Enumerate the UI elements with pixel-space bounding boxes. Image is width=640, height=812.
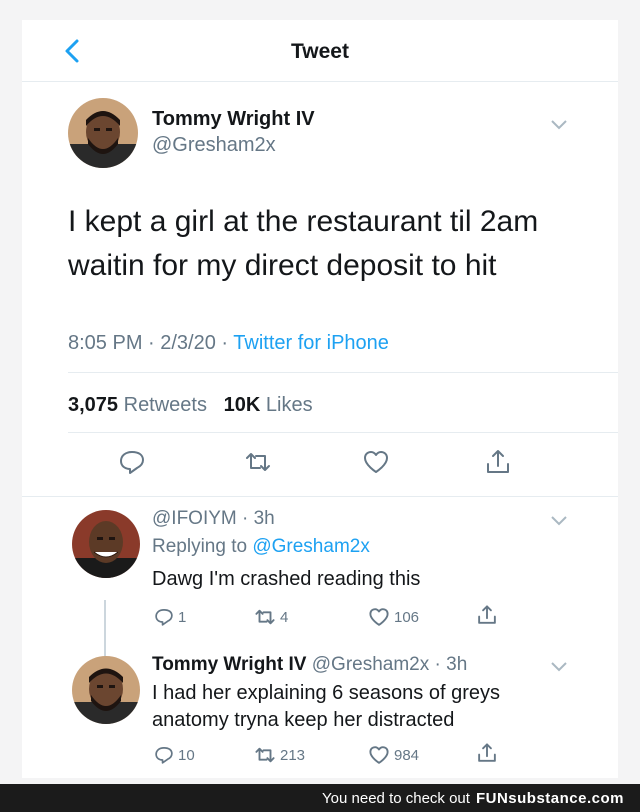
like-heart-icon — [369, 608, 389, 626]
share-button[interactable] — [476, 604, 498, 626]
retweet-count: 4 — [280, 608, 289, 626]
share-icon — [478, 743, 496, 762]
tweet-stats: 3,075 Retweets 10K Likes — [68, 394, 313, 417]
retweet-icon — [255, 609, 275, 625]
chevron-down-icon[interactable] — [550, 118, 568, 130]
divider — [22, 496, 618, 497]
like-count: 106 — [394, 608, 420, 626]
like-count: 984 — [394, 746, 420, 764]
reply-count: 10 — [178, 746, 195, 764]
reply-count: 1 — [178, 608, 187, 626]
author-name[interactable]: Tommy Wright IV — [152, 108, 315, 131]
like-button[interactable]: 984 — [368, 744, 419, 766]
reply-icon — [155, 609, 173, 626]
retweet-button[interactable]: 213 — [254, 744, 305, 766]
reply-text: I had her explaining 6 seasons of greys … — [152, 680, 500, 734]
retweets-count: 3,075 — [68, 394, 119, 416]
reply-author-name[interactable]: Tommy Wright IV — [152, 654, 306, 675]
footer-brand[interactable]: FUNsubstance.com — [476, 790, 624, 807]
like-heart-icon — [369, 746, 389, 764]
share-icon — [478, 605, 496, 624]
retweets-stat[interactable]: 3,075 Retweets — [68, 394, 207, 416]
retweet-icon[interactable] — [244, 448, 272, 476]
reply-text-line-1: I had her explaining 6 seasons of greys — [152, 682, 500, 704]
retweet-icon — [255, 747, 275, 763]
like-button[interactable]: 106 — [368, 606, 419, 628]
reply-icon — [155, 747, 173, 764]
share-button[interactable] — [476, 742, 498, 764]
reply-avatar[interactable] — [72, 656, 140, 724]
author-handle[interactable]: @Gresham2x — [152, 134, 276, 157]
reply-icon[interactable] — [118, 448, 146, 476]
chevron-down-icon[interactable] — [550, 660, 568, 672]
footer-prefix: You need to check out — [322, 789, 470, 807]
tweet-timestamp: 8:05 PM · 2/3/20 · — [68, 332, 234, 354]
watermark-footer: You need to check out FUNsubstance.com — [0, 784, 640, 812]
replying-to: Replying to @Gresham2x — [152, 536, 370, 558]
tweet-screen: Tweet Tommy Wright IV @Gresham2x I kept … — [22, 20, 618, 778]
author-avatar[interactable] — [68, 98, 138, 168]
likes-count: 10K — [223, 394, 261, 416]
reply-header: Tommy Wright IV @Gresham2x · 3h — [152, 654, 467, 676]
divider — [68, 372, 618, 373]
reply-text-line-2: anatomy tryna keep her distracted — [152, 709, 455, 731]
likes-label: Likes — [260, 394, 313, 416]
tweet-meta: 8:05 PM · 2/3/20 · Twitter for iPhone — [68, 332, 389, 355]
top-bar: Tweet — [22, 20, 618, 82]
retweets-label: Retweets — [118, 394, 207, 416]
likes-stat[interactable]: 10K Likes — [224, 394, 313, 416]
reply-button[interactable]: 10 — [154, 744, 195, 766]
tweet-text-line-1: I kept a girl at the restaurant til 2am — [68, 205, 539, 238]
tweet-text: I kept a girl at the restaurant til 2am … — [68, 200, 588, 288]
reply-avatar[interactable] — [72, 510, 140, 578]
reply-handle-time[interactable]: @Gresham2x · 3h — [306, 654, 468, 675]
retweet-button[interactable]: 4 — [254, 606, 288, 628]
replying-to-handle-link[interactable]: @Gresham2x — [252, 536, 370, 557]
tweet-text-line-2: waitin for my direct deposit to hit — [68, 249, 497, 282]
like-heart-icon[interactable] — [362, 448, 390, 476]
retweet-count: 213 — [280, 746, 306, 764]
reply-text: Dawg I'm crashed reading this — [152, 568, 421, 590]
reply-button[interactable]: 1 — [154, 606, 186, 628]
tweet-source-link[interactable]: Twitter for iPhone — [233, 332, 389, 354]
replying-to-prefix: Replying to — [152, 536, 253, 557]
share-icon[interactable] — [484, 448, 512, 476]
divider — [68, 432, 618, 433]
chevron-down-icon[interactable] — [550, 514, 568, 526]
reply-handle-time[interactable]: @IFOIYM · 3h — [152, 508, 275, 530]
page-title: Tweet — [291, 40, 349, 63]
